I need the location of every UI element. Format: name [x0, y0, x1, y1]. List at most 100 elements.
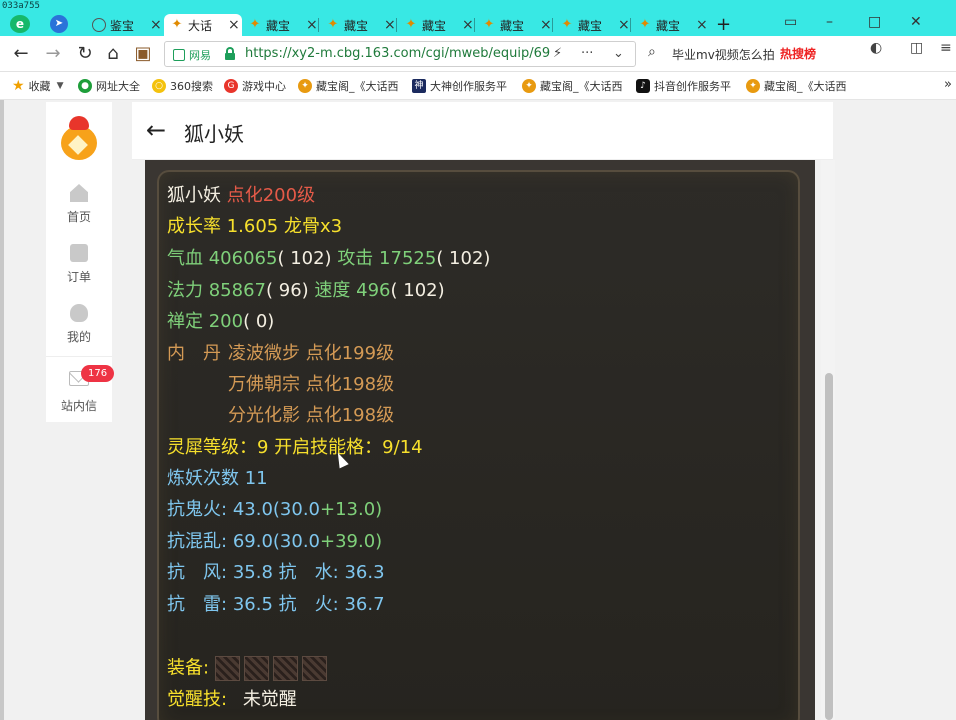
tab-4[interactable]: ✦ 藏宝 ×	[398, 14, 476, 36]
tab-close-icon[interactable]: ×	[540, 17, 552, 33]
chevron-down-icon[interactable]: ⌄	[613, 46, 624, 61]
site-icon: ●	[78, 79, 92, 93]
dashen-icon: 神	[412, 79, 426, 93]
tab-close-icon[interactable]: ×	[462, 17, 474, 33]
bookmark-6[interactable]: ✦ 藏宝阁_《大话西	[522, 78, 623, 94]
site-badge: 网易	[173, 47, 211, 63]
chevron-right-double-icon[interactable]: »	[944, 77, 952, 92]
equip-slot-3[interactable]	[272, 656, 298, 681]
tab-6[interactable]: ✦ 藏宝 ×	[554, 14, 632, 36]
equip-slot-1[interactable]	[214, 656, 240, 681]
tab-close-icon[interactable]: ×	[150, 17, 162, 33]
tab-close-icon[interactable]: ×	[306, 17, 318, 33]
hp-atk-line: 气血 406065( 102) 攻击 17525( 102)	[167, 248, 491, 269]
window-edge	[0, 100, 4, 720]
forward-nav-icon[interactable]: →	[42, 43, 64, 64]
window-menu-icon[interactable]: ▭	[784, 14, 797, 30]
pet-name-line: 狐小妖 点化200级	[167, 185, 315, 207]
menu-icon[interactable]: ≡	[940, 40, 952, 56]
site-badge-icon	[173, 49, 185, 61]
bookmark-3[interactable]: G 游戏中心	[224, 78, 286, 94]
sidebar-item-orders[interactable]: 订单	[46, 244, 112, 285]
bird-icon: ✦	[561, 17, 573, 32]
tab-close-icon[interactable]: ×	[618, 17, 630, 33]
tab-1[interactable]: ✦ 大话 ×	[164, 14, 242, 36]
scrollbar-thumb[interactable]	[825, 373, 833, 720]
close-window-icon[interactable]: ✕	[910, 14, 922, 30]
pet-level: 点化200级	[226, 185, 316, 206]
growth-line: 成长率 1.605 龙骨x3	[167, 216, 343, 237]
douyin-icon: ♪	[636, 79, 650, 93]
browser-logo-icon[interactable]: e	[10, 15, 30, 33]
tab-separator	[474, 18, 475, 32]
tab-close-icon[interactable]: ×	[228, 17, 240, 33]
new-tab-icon[interactable]: +	[716, 14, 731, 35]
back-arrow-icon[interactable]: ←	[146, 116, 166, 144]
maximize-icon[interactable]: □	[868, 14, 881, 30]
inner-skill-2: 万佛朝宗 点化198级	[228, 374, 395, 395]
home-icon	[70, 184, 88, 202]
sidebar-item-me[interactable]: 我的	[46, 304, 112, 345]
hot-search-badge[interactable]: 热搜榜	[780, 45, 816, 62]
extension-icon[interactable]: ◫	[910, 40, 923, 56]
sidebar-item-mail[interactable]: 176 站内信	[46, 356, 115, 422]
tab-close-icon[interactable]: ×	[384, 17, 396, 33]
star-icon: ★	[12, 78, 25, 94]
tab-separator	[318, 18, 319, 32]
tab-separator	[630, 18, 631, 32]
bird-icon: ✦	[327, 17, 339, 32]
awaken-line: 觉醒技: 未觉醒	[167, 689, 297, 710]
caret-down-icon: ▼	[56, 81, 64, 91]
lingxi-line: 灵犀等级：9 开启技能格：9/14	[167, 437, 423, 458]
game-icon: G	[224, 79, 238, 93]
equip-slot-2[interactable]	[243, 656, 269, 681]
page-header: ← 狐小妖	[132, 102, 833, 160]
account-icon[interactable]: ◐	[870, 40, 882, 56]
tab-close-icon[interactable]: ×	[696, 17, 708, 33]
address-bar: ← → ↻ ⌂ ▣ 网易 https://xy2-m.cbg.163.com/c…	[0, 36, 956, 72]
tab-separator	[396, 18, 397, 32]
refine-line: 炼妖次数 11	[167, 468, 268, 489]
equip-line: 装备:	[167, 656, 331, 681]
minimize-icon[interactable]: –	[826, 14, 833, 30]
globe-icon	[92, 18, 106, 32]
search-input[interactable]: 毕业mv视频怎么拍	[672, 46, 782, 63]
equip-slot-4[interactable]	[301, 656, 327, 681]
bookmarks-bar: ★ 收藏 ▼ ● 网址大全 ○ 360搜索 G 游戏中心 ✦ 藏宝阁_《大话西 …	[0, 72, 956, 100]
search-box[interactable]: ⌕ 毕业mv视频怎么拍 热搜榜	[642, 41, 842, 67]
app-logo-icon[interactable]	[57, 116, 101, 160]
url-text[interactable]: https://xy2-m.cbg.163.com/cgi/mweb/equip…	[245, 46, 550, 61]
tab-3[interactable]: ✦ 藏宝 ×	[320, 14, 398, 36]
url-field[interactable]: 网易 https://xy2-m.cbg.163.com/cgi/mweb/eq…	[164, 41, 636, 67]
lightning-icon[interactable]: ⚡	[553, 46, 562, 61]
tab-0[interactable]: 鉴宝 ×	[86, 14, 164, 36]
bookmark-5[interactable]: 神 大神创作服务平	[412, 78, 507, 94]
tab-2[interactable]: ✦ 藏宝 ×	[242, 14, 320, 36]
bookmark-4[interactable]: ✦ 藏宝阁_《大话西	[298, 78, 399, 94]
bookmark-favorites[interactable]: ★ 收藏 ▼	[12, 78, 63, 94]
res-ghost-line: 抗鬼火: 43.0(30.0+13.0)	[167, 499, 383, 520]
tab-5[interactable]: ✦ 藏宝 ×	[476, 14, 554, 36]
briefcase-icon[interactable]: ▣	[132, 43, 154, 64]
mp-spd-line: 法力 85867( 96) 速度 496( 102)	[167, 280, 445, 301]
bookmark-2[interactable]: ○ 360搜索	[152, 78, 213, 94]
more-icon[interactable]: ···	[581, 46, 593, 61]
order-icon	[70, 244, 88, 262]
bookmark-1[interactable]: ● 网址大全	[78, 78, 140, 94]
send-icon[interactable]: ➤	[50, 15, 68, 33]
search-icon: ⌕	[648, 44, 656, 60]
reload-icon[interactable]: ↻	[74, 43, 96, 64]
back-nav-icon[interactable]: ←	[10, 43, 32, 64]
user-icon	[70, 304, 88, 322]
home-nav-icon[interactable]: ⌂	[102, 43, 124, 64]
res-thunder-fire-line: 抗 雷: 36.5 抗 火: 36.7	[167, 594, 385, 615]
page-title: 狐小妖	[184, 122, 244, 146]
tab-7[interactable]: ✦ 藏宝 ×	[632, 14, 710, 36]
tab-separator	[552, 18, 553, 32]
bookmark-7[interactable]: ♪ 抖音创作服务平	[636, 78, 731, 94]
inner-skill-1: 凌波微步 点化199级	[228, 343, 395, 364]
window-id-text: 033a755	[2, 1, 40, 11]
sidebar-item-home[interactable]: 首页	[46, 184, 112, 225]
bookmark-8[interactable]: ✦ 藏宝阁_《大话西	[746, 78, 847, 94]
bird-icon: ✦	[171, 17, 183, 32]
